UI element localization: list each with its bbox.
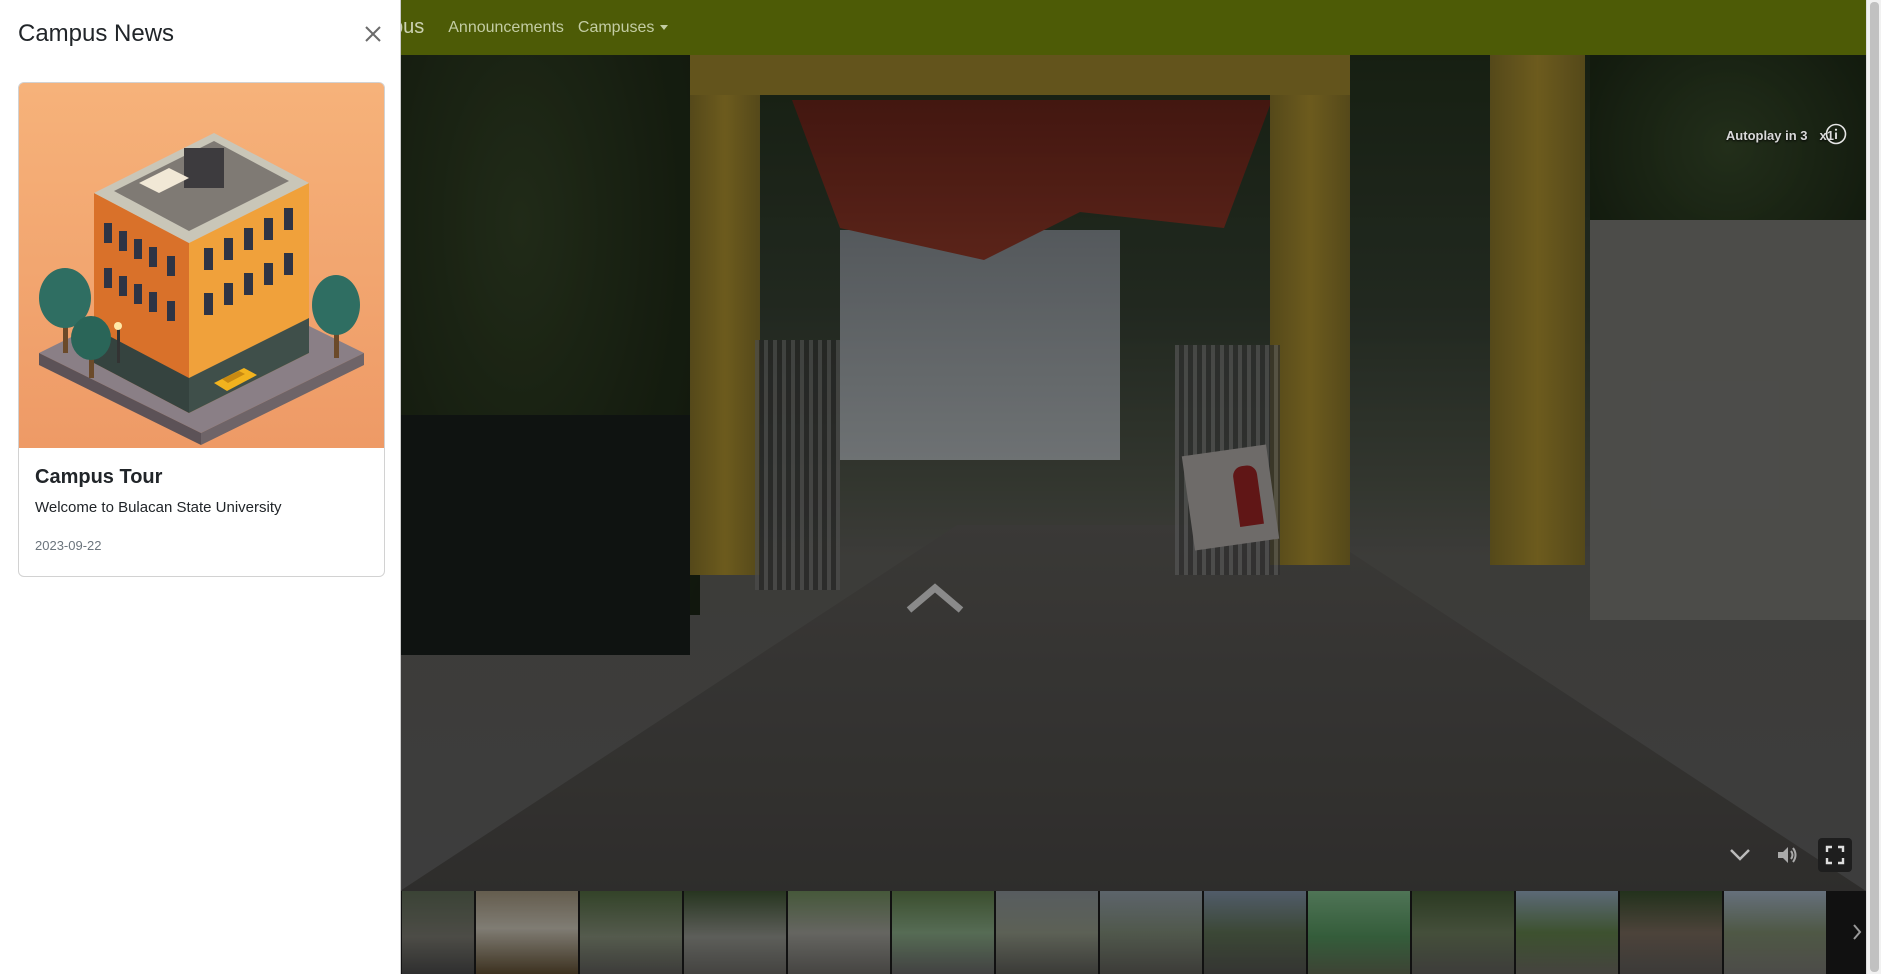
thumbnail[interactable]: [788, 891, 890, 974]
volume-button[interactable]: [1770, 838, 1804, 872]
scrollbar-thumb[interactable]: [1870, 2, 1879, 972]
isometric-building-illustration: [19, 83, 384, 448]
thumbnails-next-button[interactable]: [1848, 912, 1866, 952]
close-icon[interactable]: [362, 23, 384, 45]
thumbnail[interactable]: [1204, 891, 1306, 974]
thumbnail[interactable]: [1308, 891, 1410, 974]
nav-link-announcements[interactable]: Announcements: [448, 19, 564, 37]
campus-news-panel: Campus News Campus Tour Welcome to Bulac…: [0, 0, 401, 974]
thumbnail[interactable]: [1100, 891, 1202, 974]
news-card-title: Campus Tour: [35, 466, 163, 488]
thumbnail[interactable]: [476, 891, 578, 974]
thumbnail[interactable]: [684, 891, 786, 974]
news-card[interactable]: Campus Tour Welcome to Bulacan State Uni…: [18, 82, 385, 577]
news-card-text: Welcome to Bulacan State University: [35, 499, 282, 516]
info-icon[interactable]: [1825, 123, 1847, 145]
volume-icon: [1778, 847, 1797, 863]
news-card-date: 2023-09-22: [35, 538, 102, 553]
thumbnail[interactable]: [996, 891, 1098, 974]
thumbnail[interactable]: [892, 891, 994, 974]
thumbnail[interactable]: [402, 891, 474, 974]
chevron-up-icon[interactable]: [905, 580, 965, 616]
fullscreen-icon: [1825, 845, 1845, 865]
thumbnail[interactable]: [1412, 891, 1514, 974]
panel-header: Campus News: [0, 0, 400, 68]
page-scrollbar[interactable]: [1866, 0, 1881, 974]
news-card-body: Campus Tour Welcome to Bulacan State Uni…: [19, 448, 384, 571]
panel-title: Campus News: [18, 20, 175, 47]
hide-thumbnails-button[interactable]: [1723, 838, 1757, 872]
chevron-right-icon: [1853, 924, 1862, 940]
autoplay-label: Autoplay in 3: [1725, 128, 1808, 143]
thumbnail[interactable]: [1724, 891, 1826, 974]
nav-link-campuses[interactable]: Campuses: [577, 18, 669, 37]
news-card-image: [19, 83, 384, 448]
page: pus Announcements Campuses Autoplay in 3…: [0, 0, 1881, 974]
dropdown-caret-icon: [660, 24, 669, 30]
fullscreen-button[interactable]: [1818, 838, 1852, 872]
thumbnail[interactable]: [1516, 891, 1618, 974]
thumbnail[interactable]: [580, 891, 682, 974]
chevron-down-icon: [1730, 849, 1750, 861]
nav-link-campuses-label: Campuses: [577, 18, 655, 36]
thumbnail[interactable]: [1620, 891, 1722, 974]
autoplay-indicator[interactable]: Autoplay in 3 x1: [1726, 128, 1834, 143]
